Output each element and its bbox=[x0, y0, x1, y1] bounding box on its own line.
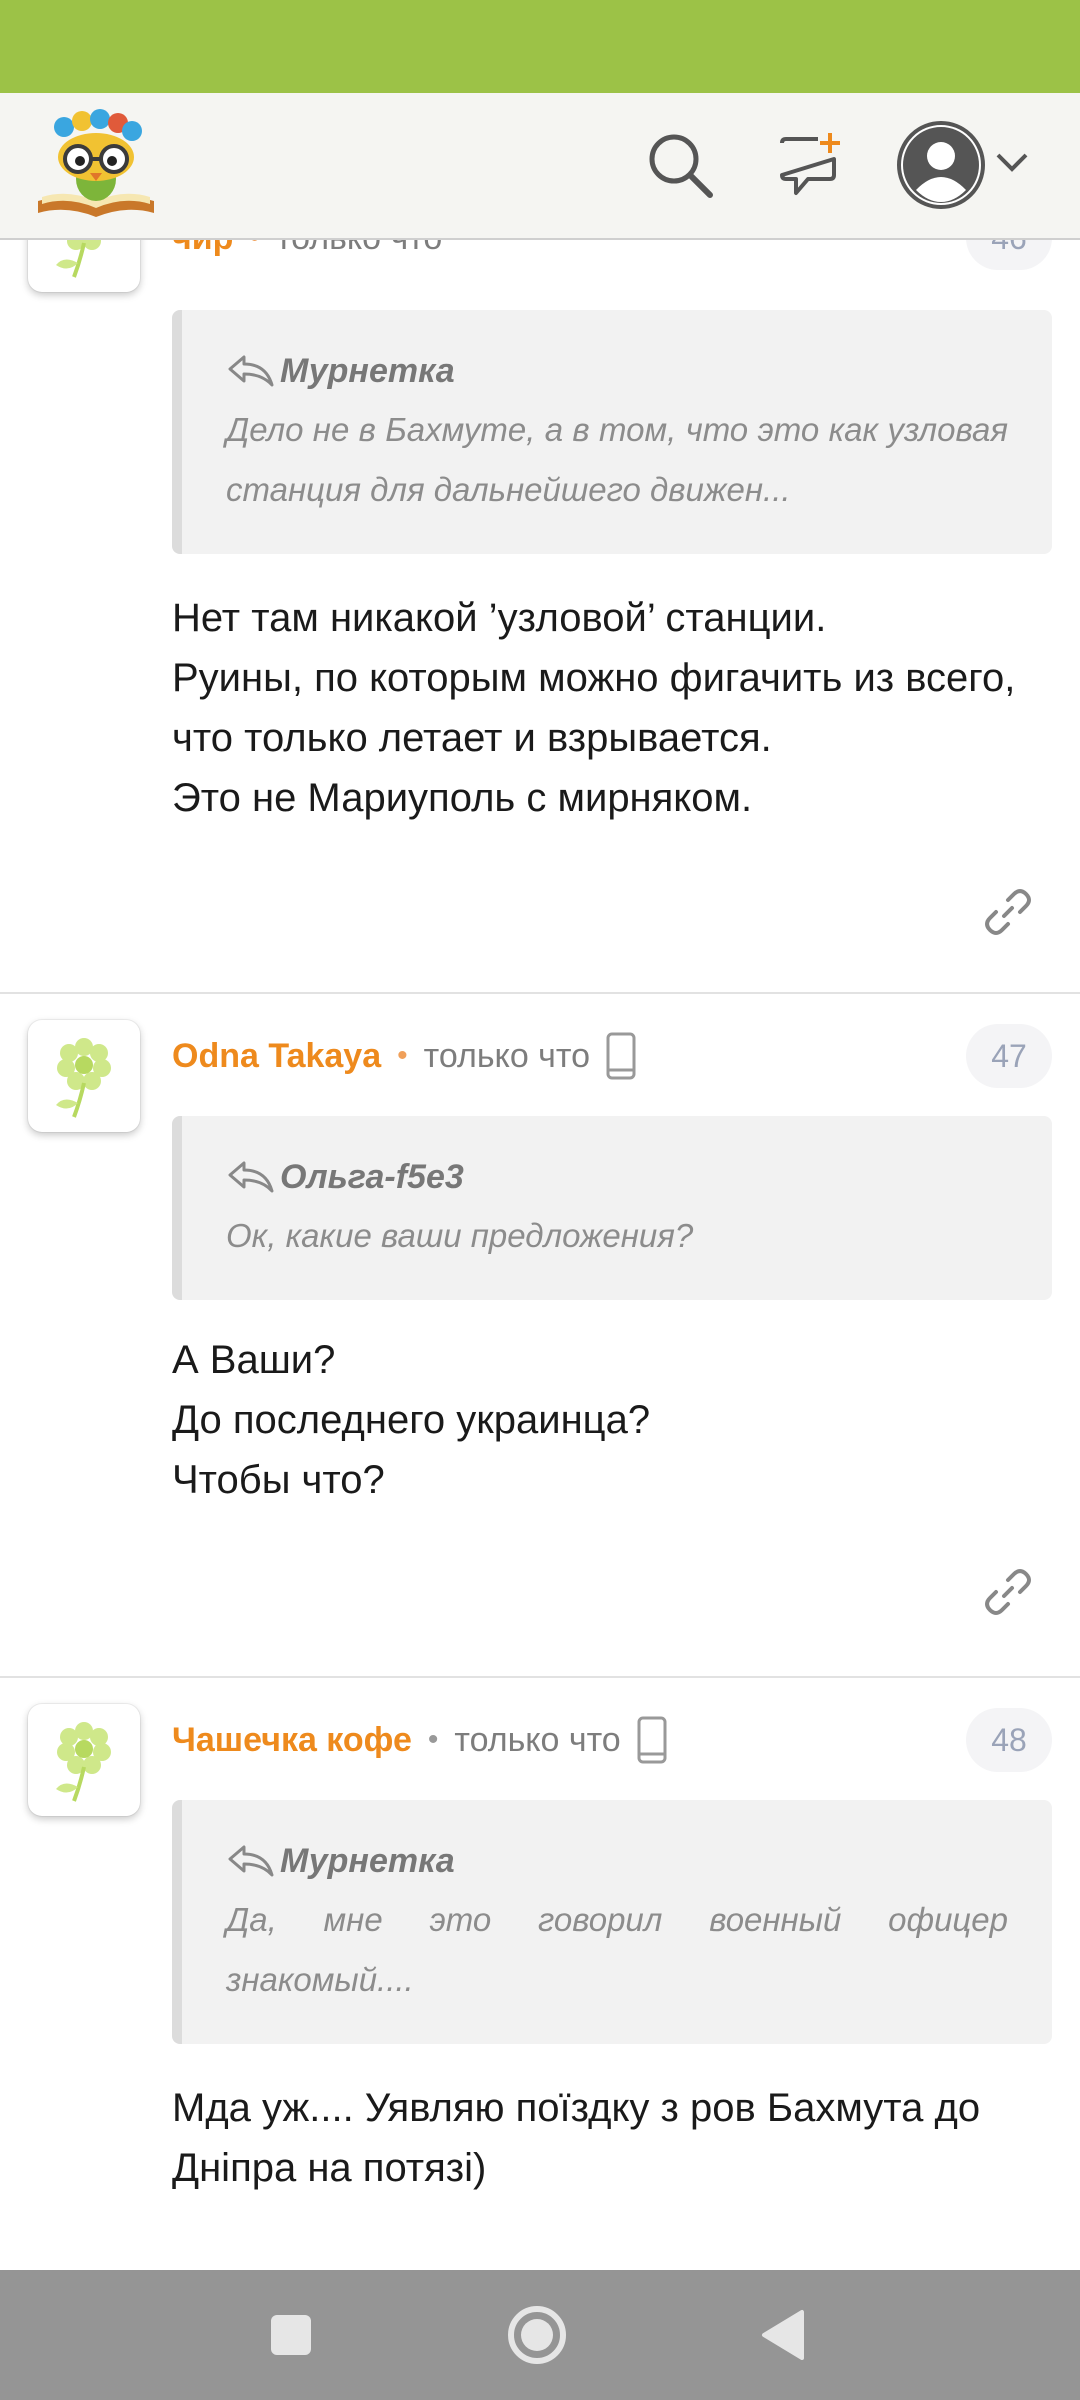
comment-meta: Чашечка кофе • только что bbox=[172, 1710, 667, 1770]
status-bar bbox=[0, 0, 1080, 93]
reply-arrow-icon bbox=[228, 1161, 274, 1193]
system-navigation-bar bbox=[0, 2270, 1080, 2400]
new-post-button[interactable] bbox=[770, 123, 854, 207]
recents-square-icon bbox=[271, 2315, 311, 2355]
new-post-icon bbox=[780, 133, 840, 195]
meta-separator: • bbox=[397, 1039, 408, 1072]
link-icon bbox=[985, 889, 1031, 935]
meta-separator: • bbox=[427, 1723, 439, 1756]
comment-author[interactable]: чир bbox=[172, 240, 233, 258]
back-button[interactable] bbox=[748, 2300, 818, 2370]
comment-meta: чир • только что bbox=[172, 240, 442, 268]
reply-quote[interactable]: Мурнетка Дело не в Бахмуте, а в том, что… bbox=[172, 310, 1052, 554]
commenter-avatar[interactable] bbox=[28, 1020, 140, 1132]
comment-divider bbox=[0, 1676, 1080, 1678]
back-triangle-icon bbox=[762, 2310, 804, 2360]
search-icon bbox=[649, 134, 713, 198]
comment-text: А Ваши? До последнего украинца? Чтобы чт… bbox=[172, 1338, 651, 1502]
link-icon bbox=[985, 1569, 1031, 1615]
comment-text: Мда уж.... Уявляю поїздку з ров Бахмута … bbox=[172, 2086, 981, 2190]
comment-number[interactable]: 46 bbox=[966, 240, 1052, 270]
reply-quote[interactable]: Ольга-f5e3 Ок, какие ваши предложения? bbox=[172, 1116, 1052, 1300]
app-header bbox=[0, 93, 1080, 240]
quoted-text: Ок, какие ваши предложения? bbox=[226, 1217, 694, 1254]
comment-time: только что bbox=[276, 240, 442, 258]
comment-number[interactable]: 47 bbox=[966, 1024, 1052, 1088]
comment-meta: Odna Takaya • только что bbox=[172, 1026, 636, 1086]
comment-divider bbox=[0, 992, 1080, 994]
home-circle-icon bbox=[508, 2306, 566, 2364]
quoted-author: Мурнетка bbox=[280, 1841, 455, 1880]
reply-arrow-icon bbox=[228, 355, 274, 387]
comment-number[interactable]: 48 bbox=[966, 1708, 1052, 1772]
quoted-author: Мурнетка bbox=[280, 351, 455, 390]
flower-avatar-icon bbox=[56, 1038, 111, 1118]
account-menu-toggle[interactable] bbox=[994, 145, 1030, 181]
mobile-device-icon bbox=[637, 1716, 667, 1764]
home-button[interactable] bbox=[502, 2300, 572, 2370]
comment-author[interactable]: Чашечка кофе bbox=[172, 1721, 412, 1760]
commenter-avatar[interactable] bbox=[28, 1704, 140, 1816]
chevron-down-icon bbox=[996, 153, 1028, 172]
search-button[interactable] bbox=[638, 123, 722, 207]
comment-time: только что bbox=[423, 1036, 590, 1075]
quoted-text: Дело не в Бахмуте, а в том, что это как … bbox=[226, 411, 1008, 508]
comment-feed: чир • только что 46 Мурнетка Дело не в Б… bbox=[0, 240, 1080, 2270]
comment-body: Нет там никакой ’узловой’ станции. Руины… bbox=[172, 588, 1052, 828]
flower-avatar-icon bbox=[56, 240, 101, 278]
quoted-author: Ольга-f5e3 bbox=[280, 1157, 464, 1196]
comment-body: Мда уж.... Уявляю поїздку з ров Бахмута … bbox=[172, 2078, 1052, 2198]
meta-separator: • bbox=[249, 240, 260, 255]
account-avatar-button[interactable] bbox=[896, 120, 986, 210]
comment-body: А Ваши? До последнего украинца? Чтобы чт… bbox=[172, 1330, 1052, 1510]
quoted-text: Да, мне это говорил военный офицер знако… bbox=[226, 1901, 1008, 1998]
flower-avatar-icon bbox=[56, 1722, 111, 1802]
comment-text: Нет там никакой ’узловой’ станции. Руины… bbox=[172, 596, 1016, 820]
reply-arrow-icon bbox=[228, 1845, 274, 1877]
mobile-device-icon bbox=[606, 1032, 636, 1080]
site-logo[interactable] bbox=[34, 109, 158, 221]
comment-time: только что bbox=[454, 1720, 621, 1759]
recents-button[interactable] bbox=[256, 2300, 326, 2370]
account-icon bbox=[897, 121, 985, 209]
reply-quote[interactable]: Мурнетка Да, мне это говорил военный офи… bbox=[172, 1800, 1052, 2044]
comment-author[interactable]: Odna Takaya bbox=[172, 1037, 381, 1076]
permalink-button[interactable] bbox=[982, 1566, 1034, 1618]
commenter-avatar[interactable] bbox=[28, 240, 140, 292]
permalink-button[interactable] bbox=[982, 886, 1034, 938]
